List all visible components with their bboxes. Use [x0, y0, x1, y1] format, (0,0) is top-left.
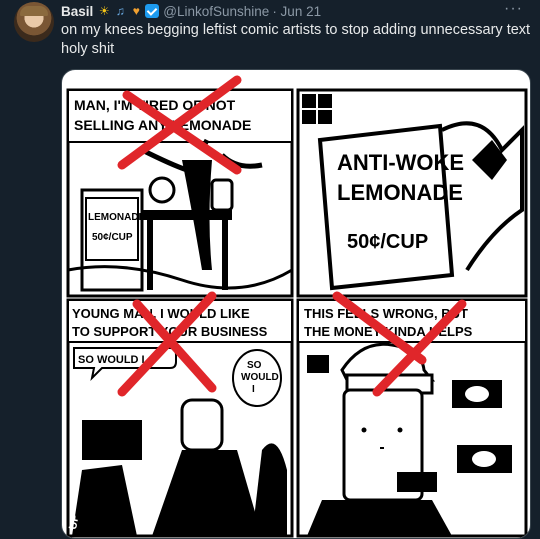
tweet-date[interactable]: · Jun 21: [272, 4, 321, 19]
panel2-sign-line1: ANTI-WOKE: [337, 150, 464, 175]
avatar[interactable]: [14, 2, 54, 42]
panel1-sign-line2: 50¢/CUP: [92, 232, 133, 243]
music-notes-icon: ♫: [115, 4, 125, 18]
sun-icon: ☀: [98, 4, 110, 18]
comic-panel-4: THIS FEELS WRONG, BUT THE MONEY KINDA HE…: [296, 291, 528, 538]
more-options-icon[interactable]: ···: [504, 0, 523, 18]
tweet-image[interactable]: MAN, I'M TIRED OF NOT SELLING ANY LEMONA…: [61, 69, 531, 539]
panel3-caption-line1: YOUNG MAN, I WOULD LIKE: [72, 306, 250, 321]
author-handle[interactable]: @LinkofSunshine: [163, 4, 269, 19]
panel2-sign-line2: LEMONADE: [337, 180, 463, 205]
twitter-logo-icon: [145, 4, 160, 18]
comic-strip: MAN, I'M TIRED OF NOT SELLING ANY LEMONA…: [66, 75, 528, 538]
panel2-sign-line3: 50¢/CUP: [347, 231, 428, 253]
panel3-bubble2-line3: I: [252, 384, 255, 395]
panel3-bubble2-line1: SO: [247, 360, 262, 371]
panel3-bubble2-line2: WOULD: [241, 372, 279, 383]
author-name[interactable]: Basil: [61, 4, 93, 19]
comic-panel-2: ANTI-WOKE LEMONADE 50¢/CUP: [296, 88, 528, 298]
heart-icon: ♥: [132, 4, 140, 18]
panel3-bubble1: SO WOULD I: [78, 354, 145, 366]
comic-panel-1: MAN, I'M TIRED OF NOT SELLING ANY LEMONA…: [66, 75, 294, 298]
tweet-header: Basil ☀ ♫ ♥ @LinkofSunshine · Jun 21: [61, 2, 321, 20]
panel1-sign-line1: LEMONADE: [88, 212, 146, 223]
avatar-hat: [20, 6, 48, 16]
tweet-text-line1: on my knees begging leftist comic artist…: [61, 22, 531, 38]
comic-panel-3: YOUNG MAN, I WOULD LIKE TO SUPPORT YOUR …: [66, 291, 294, 538]
tweet-text-line2: holy shit: [61, 41, 115, 57]
tweet[interactable]: Basil ☀ ♫ ♥ @LinkofSunshine · Jun 21 ···…: [0, 0, 540, 539]
tweet-text: on my knees begging leftist comic artist…: [61, 21, 531, 59]
